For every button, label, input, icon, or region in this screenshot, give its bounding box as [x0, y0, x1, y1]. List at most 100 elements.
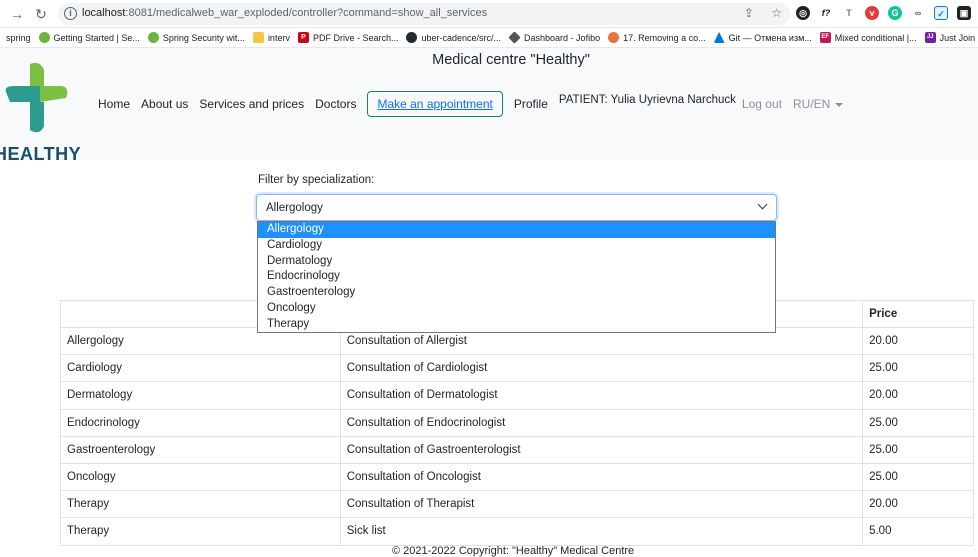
logout-link[interactable]: Log out	[742, 97, 782, 111]
cell-service: Consultation of Gastroenterologist	[339, 435, 864, 464]
cell-specialization: Gastroenterology	[60, 435, 341, 464]
logo-cross-icon	[5, 62, 68, 133]
cell-specialization: Dermatology	[60, 381, 341, 410]
table-row: Oncology Consultation of Oncologist 25.00	[60, 462, 974, 492]
bookmark-label: spring	[6, 32, 31, 43]
bookmark-item[interactable]: 17. Removing a co...	[608, 32, 706, 43]
language-dropdown[interactable]: RU/EN	[792, 97, 844, 111]
cell-price: 25.00	[862, 462, 974, 492]
browser-toolbar: → ↻ i localhost:8081/medicalweb_war_expl…	[0, 0, 978, 28]
spring-icon	[147, 32, 159, 43]
red-extension-icon[interactable]: v	[865, 6, 879, 20]
table-row: Dermatology Consultation of Dermatologist…	[60, 381, 974, 410]
table-row: Endocrinology Consultation of Endocrinolo…	[60, 408, 974, 437]
bookmark-item[interactable]: Dashboard - Jofibo	[508, 31, 601, 44]
hand-icon	[608, 32, 620, 43]
bookmarks-bar: spring Getting Started | Se... Spring Se…	[0, 28, 978, 48]
url-text[interactable]: localhost:8081/medicalweb_war_exploded/c…	[82, 7, 487, 19]
dropdown-option[interactable]: Gastroenterology	[258, 285, 775, 301]
cell-service: Sick list	[339, 517, 864, 546]
bookmark-item[interactable]: JJ Just Join	[924, 32, 976, 43]
dropdown-option[interactable]: Cardiology	[258, 238, 775, 254]
bookmark-item[interactable]: Spring Security wit...	[147, 32, 245, 43]
site-header: Medical centre "Healthy" HEALTHY Home Ab…	[0, 48, 978, 164]
language-label: RU/EN	[792, 97, 831, 111]
bookmark-item[interactable]: spring	[6, 33, 31, 43]
dropdown-option[interactable]: Oncology	[258, 301, 775, 317]
bookmark-label: interv	[267, 32, 290, 43]
nav-home[interactable]: Home	[98, 97, 130, 111]
table-row: Gastroenterology Consultation of Gastroen…	[60, 435, 974, 464]
table-row: Therapy Consultation of Therapist 20.00	[60, 490, 974, 519]
site-info-icon[interactable]: i	[64, 7, 77, 20]
bookmark-label: Dashboard - Jofibo	[524, 32, 601, 43]
spring-icon	[38, 32, 50, 43]
back-icon[interactable]: →	[8, 5, 26, 23]
bookmark-item[interactable]: uber-cadence/src/...	[406, 32, 501, 43]
reload-icon[interactable]: ↻	[32, 5, 50, 23]
bookmark-label: 17. Removing a co...	[623, 32, 706, 43]
bookmark-item[interactable]: Getting Started | Se...	[38, 32, 140, 43]
cell-specialization: Therapy	[60, 517, 341, 546]
nav-about[interactable]: About us	[141, 97, 188, 111]
dropdown-option[interactable]: Allergology	[258, 222, 775, 238]
address-bar[interactable]: i localhost:8081/medicalweb_war_exploded…	[58, 3, 790, 25]
url-path: :8081/medicalweb_war_exploded/controller…	[125, 7, 488, 19]
dropdown-option[interactable]: Therapy	[258, 317, 775, 333]
nav-doctors[interactable]: Doctors	[315, 97, 356, 111]
cell-specialization: Endocrinology	[60, 408, 341, 437]
share-icon[interactable]: ⇪	[744, 6, 754, 20]
chevron-down-icon	[757, 199, 768, 210]
cell-price: 20.00	[862, 381, 974, 410]
clipboard-extension-icon[interactable]: ✓	[934, 6, 948, 20]
extension-icon[interactable]: ◎	[796, 6, 810, 20]
justjoin-icon: JJ	[924, 32, 936, 43]
bookmark-label: Git — Отмена изм...	[728, 32, 812, 43]
logo-text: HEALTHY	[0, 144, 82, 164]
nav-services[interactable]: Services and prices	[199, 97, 304, 111]
bookmark-item[interactable]: Git — Отмена изм...	[713, 32, 812, 43]
dashboard-icon	[508, 31, 521, 44]
make-appointment-button[interactable]: Make an appointment	[367, 91, 503, 117]
logo[interactable]: HEALTHY	[0, 60, 81, 164]
cell-service: Consultation of Oncologist	[339, 462, 864, 492]
cell-specialization: Cardiology	[60, 354, 341, 383]
page-title: Medical centre "Healthy"	[432, 52, 590, 68]
ef-icon: EF	[819, 32, 831, 43]
url-host: localhost	[82, 7, 126, 19]
azure-icon	[713, 32, 725, 43]
services-table: Price Allergology Consultation of Allergi…	[60, 300, 974, 546]
sidebar-extension-icon[interactable]: ▣	[957, 6, 971, 20]
url-actions: ⇪ ☆	[730, 6, 782, 20]
bookmark-label: Just Join	[939, 32, 976, 43]
dropdown-option[interactable]: Dermatology	[258, 254, 775, 270]
table-row: Therapy Sick list 5.00	[60, 517, 974, 546]
sync-extension-icon[interactable]: ∞	[911, 6, 925, 20]
cell-service: Consultation of Cardiologist	[339, 354, 864, 383]
formula-extension-icon[interactable]: f?	[819, 6, 833, 20]
bookmark-label: Mixed conditional |...	[834, 32, 917, 43]
cell-service: Consultation of Therapist	[339, 490, 864, 519]
text-extension-icon[interactable]: T	[842, 6, 856, 20]
bookmark-item[interactable]: EF Mixed conditional |...	[819, 32, 917, 43]
bookmark-label: uber-cadence/src/...	[421, 32, 502, 43]
grammarly-icon[interactable]: G	[888, 6, 902, 20]
bookmark-star-icon[interactable]: ☆	[771, 6, 782, 20]
cell-price: 20.00	[862, 490, 974, 519]
bookmark-item[interactable]: P PDF Drive - Search...	[297, 32, 398, 43]
nav-profile[interactable]: Profile	[514, 97, 548, 111]
bookmark-item[interactable]: interv	[252, 32, 290, 43]
cell-specialization: Therapy	[60, 490, 341, 519]
cell-price: 25.00	[862, 354, 974, 383]
select-value: Allergology	[266, 202, 323, 214]
pdf-icon: P	[297, 32, 309, 43]
cell-price: 5.00	[862, 517, 974, 546]
extensions-bar: ◎ f? T v G ∞ ✓ ▣	[796, 6, 971, 20]
cell-service: Consultation of Endocrinologist	[339, 408, 864, 437]
column-header-price: Price	[862, 300, 974, 328]
specialization-select[interactable]: Allergology	[256, 194, 777, 221]
cell-specialization: Oncology	[60, 462, 341, 492]
caret-down-icon	[835, 102, 844, 107]
cell-price: 20.00	[862, 326, 974, 356]
dropdown-option[interactable]: Endocrinology	[258, 269, 775, 285]
